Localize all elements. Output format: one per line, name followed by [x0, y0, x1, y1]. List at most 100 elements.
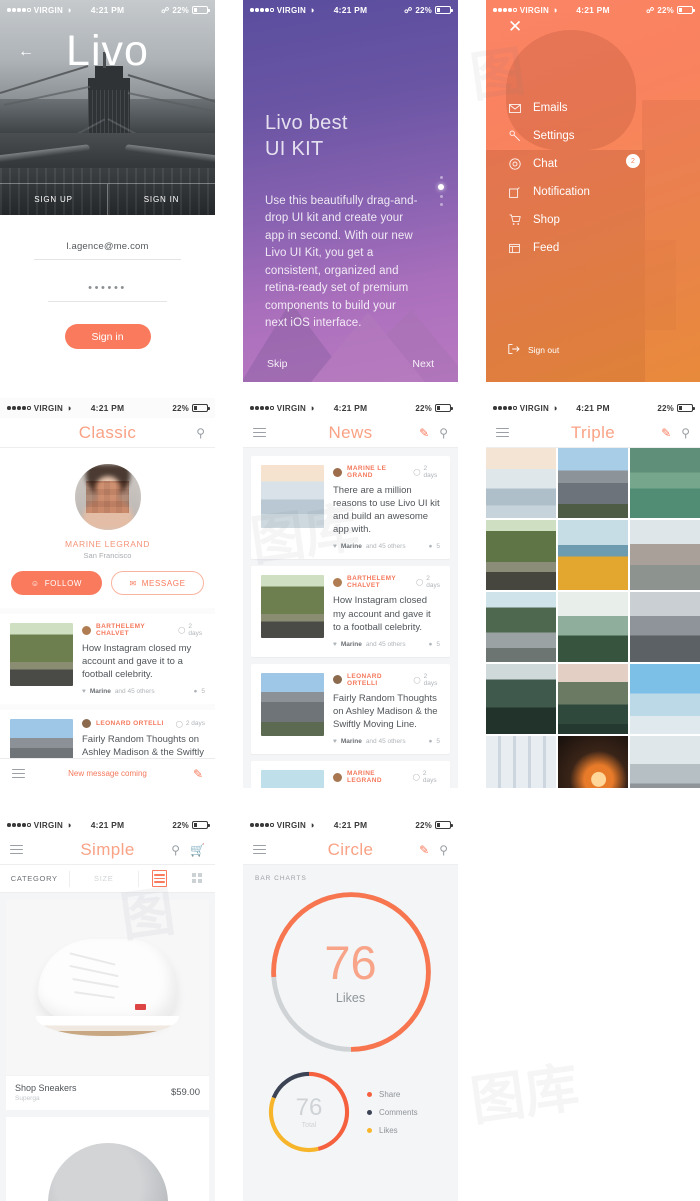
- follow-button[interactable]: ☺ FOLLOW: [11, 571, 102, 595]
- grid-tile[interactable]: [630, 736, 700, 788]
- skip-button[interactable]: Skip: [267, 358, 287, 370]
- pencil-icon[interactable]: ✎: [419, 844, 429, 856]
- gauge-label: Likes: [335, 991, 366, 1005]
- battery-percent: 22%: [172, 5, 189, 15]
- hamburger-icon[interactable]: [496, 428, 509, 437]
- pencil-icon[interactable]: ✎: [661, 427, 671, 439]
- status-right: 22%: [172, 404, 210, 413]
- product-card[interactable]: Shop Sneakers Superga $59.00: [6, 900, 209, 1110]
- pagination-dots[interactable]: [438, 176, 444, 206]
- menu-item-notification[interactable]: Notification: [508, 178, 688, 206]
- grid-tile[interactable]: [630, 592, 700, 662]
- post-item[interactable]: MARINE LE GRAND ◯ 2 days There are a mill…: [251, 456, 450, 560]
- search-icon[interactable]: ⚲: [681, 427, 690, 439]
- heart-icon[interactable]: ♥: [333, 641, 337, 648]
- grid-tile[interactable]: [486, 664, 556, 734]
- menu-item-emails[interactable]: Emails: [508, 94, 688, 122]
- hamburger-icon[interactable]: [10, 845, 23, 854]
- list-view-icon[interactable]: [151, 870, 167, 887]
- pagination-dot[interactable]: [439, 203, 443, 206]
- cart-icon[interactable]: 🛒: [190, 844, 205, 856]
- likes-rest: and 45 others: [365, 738, 406, 746]
- tabbar-status-label: New message coming: [68, 769, 147, 778]
- grid-tile[interactable]: [558, 592, 628, 662]
- hamburger-icon[interactable]: [253, 845, 266, 854]
- app-title: Livo: [66, 27, 149, 75]
- menu-item-chat[interactable]: Chat 2: [508, 150, 688, 178]
- menu-item-shop[interactable]: Shop: [508, 206, 688, 234]
- close-icon[interactable]: ✕: [508, 18, 522, 35]
- onboarding-heading-line1: Livo best: [265, 112, 348, 134]
- message-button[interactable]: ✉ MESSAGE: [111, 571, 204, 595]
- comment-icon[interactable]: ●: [428, 641, 432, 648]
- filter-bar: CATEGORY SIZE: [0, 865, 215, 893]
- grid-tile[interactable]: [558, 448, 628, 518]
- password-value: ••••••: [88, 282, 127, 294]
- onboarding-body: Use this beautifully drag-and-drop UI ki…: [265, 195, 418, 330]
- user-icon: ☺: [30, 578, 40, 588]
- comment-icon[interactable]: ●: [428, 543, 432, 550]
- author-avatar: [82, 625, 91, 635]
- search-icon[interactable]: ⚲: [439, 427, 448, 439]
- comment-icon[interactable]: ●: [428, 738, 432, 745]
- grid-tile[interactable]: [558, 520, 628, 590]
- author-avatar: [333, 772, 342, 782]
- filter-size[interactable]: SIZE: [70, 874, 139, 883]
- clock-icon: ◯: [413, 676, 421, 684]
- menu-item-feed[interactable]: Feed: [508, 234, 688, 262]
- password-field[interactable]: ••••••: [34, 282, 181, 302]
- post-author: BARTHELEMY CHALVET: [96, 623, 146, 637]
- sign-out-button[interactable]: Sign out: [508, 344, 559, 356]
- post-item[interactable]: BARTHELEMY CHALVET ◯ 2 days How Instagram…: [251, 566, 450, 657]
- sign-in-button[interactable]: SIGN IN: [108, 184, 215, 215]
- email-field[interactable]: l.agence@me.com: [34, 241, 181, 260]
- pagination-dot[interactable]: [439, 195, 443, 198]
- grid-tile[interactable]: [486, 736, 556, 788]
- pencil-icon[interactable]: ✎: [419, 427, 429, 439]
- post-item[interactable]: MARINE LEGRAND ◯2 days Why You Should Do…: [251, 761, 450, 788]
- post-item[interactable]: LEONARD ORTELLI ◯ 2 days Fairly Random Th…: [251, 663, 450, 755]
- sign-up-button[interactable]: SIGN UP: [0, 184, 108, 215]
- next-button[interactable]: Next: [412, 358, 434, 370]
- sign-in-submit-button[interactable]: Sign in: [64, 324, 151, 349]
- battery-icon: [677, 404, 695, 412]
- wifi-icon: ◑: [309, 402, 315, 413]
- battery-icon: [192, 6, 210, 14]
- filter-category[interactable]: CATEGORY: [0, 874, 69, 883]
- post-item[interactable]: BARTHELEMY CHALVET ◯ 2 days How Instagram…: [0, 614, 215, 705]
- status-bar: VIRGIN ◑ 4:21 PM 22%: [486, 398, 700, 418]
- search-icon[interactable]: ⚲: [171, 844, 180, 856]
- menu-item-label: Settings: [533, 130, 575, 142]
- avatar: [74, 464, 141, 530]
- grid-tile[interactable]: [558, 664, 628, 734]
- page-title: Classic: [78, 422, 137, 442]
- pagination-dot[interactable]: [439, 176, 443, 179]
- grid-view-icon[interactable]: [192, 873, 203, 884]
- grid-tile[interactable]: [486, 520, 556, 590]
- heart-icon[interactable]: ♥: [82, 688, 86, 695]
- comment-icon[interactable]: ●: [193, 688, 197, 695]
- menu-item-label: Emails: [533, 102, 568, 114]
- battery-icon: [192, 821, 210, 829]
- status-right: 22%: [172, 821, 210, 830]
- search-icon[interactable]: ⚲: [439, 844, 448, 856]
- grid-tile[interactable]: [486, 592, 556, 662]
- grid-tile[interactable]: [630, 448, 700, 518]
- grid-tile[interactable]: [558, 736, 628, 788]
- hamburger-icon[interactable]: [253, 428, 266, 437]
- triple-header: Triple ✎ ⚲: [486, 418, 700, 448]
- classic-tabbar: New message coming ✎: [0, 758, 215, 788]
- search-icon[interactable]: ⚲: [196, 427, 205, 439]
- wifi-icon: ◑: [66, 402, 72, 413]
- pagination-dot-active[interactable]: [438, 184, 444, 190]
- menu-item-settings[interactable]: Settings: [508, 122, 688, 150]
- grid-tile[interactable]: [486, 448, 556, 518]
- grid-tile[interactable]: [630, 520, 700, 590]
- post-thumbnail: [261, 672, 324, 736]
- product-card-next[interactable]: [6, 1116, 209, 1201]
- grid-tile[interactable]: [630, 664, 700, 734]
- sign-out-icon: [508, 344, 520, 356]
- author-avatar: [333, 577, 342, 587]
- heart-icon[interactable]: ♥: [333, 543, 337, 550]
- heart-icon[interactable]: ♥: [333, 738, 337, 745]
